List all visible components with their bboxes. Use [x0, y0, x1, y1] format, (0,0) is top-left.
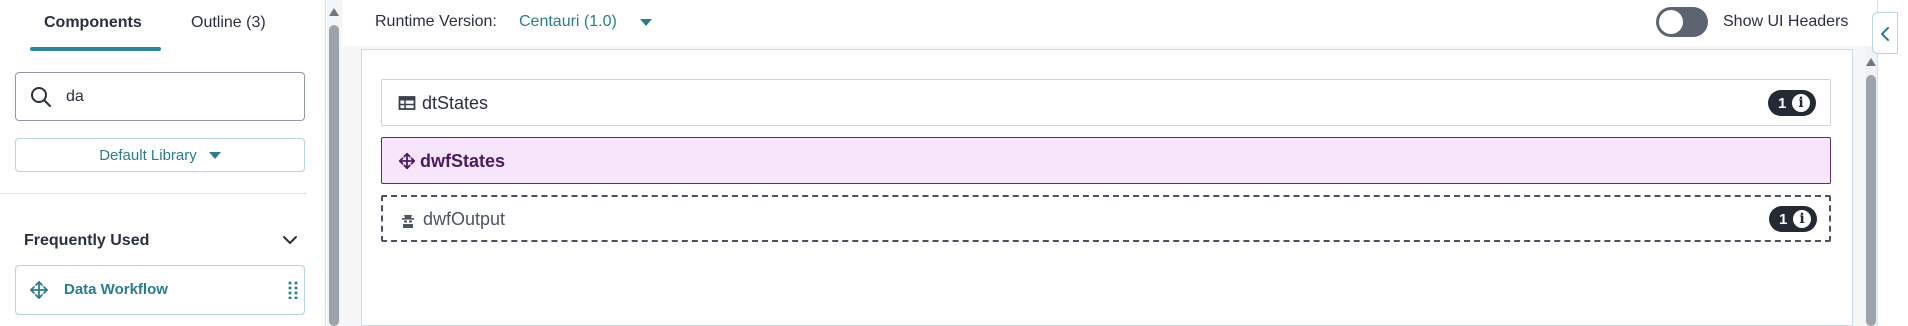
canvas-component-dwfstates[interactable]: dwfStates	[381, 137, 1831, 184]
library-select[interactable]: Default Library	[15, 138, 305, 172]
show-ui-headers-label: Show UI Headers	[1723, 13, 1849, 30]
scroll-up-arrow-icon[interactable]	[1866, 58, 1876, 66]
info-badge[interactable]: 1 i	[1768, 90, 1816, 116]
search-input[interactable]	[66, 85, 286, 109]
active-tab-indicator	[30, 47, 161, 51]
badge-count: 1	[1778, 94, 1787, 112]
component-name: dwfOutput	[423, 209, 506, 229]
divider	[0, 193, 307, 194]
runtime-version-label: Runtime Version:	[375, 13, 497, 30]
canvas-scroll-thumb[interactable]	[1866, 75, 1876, 326]
canvas-component-dtstates[interactable]: dtStates 1 i	[381, 79, 1831, 126]
section-title-frequently-used[interactable]: Frequently Used	[24, 232, 149, 250]
info-icon: i	[1793, 210, 1811, 228]
component-name: dtStates	[422, 93, 489, 113]
component-item-label: Data Workflow	[64, 281, 168, 298]
move-arrows-icon	[398, 152, 416, 170]
toggle-knob	[1659, 10, 1683, 34]
left-panel-scroll-thumb[interactable]	[329, 25, 339, 326]
component-item-data-workflow[interactable]: Data Workflow	[15, 265, 305, 315]
runtime-bar: Runtime Version: Centauri (1.0) Show UI …	[343, 0, 1877, 46]
caret-down-icon[interactable]	[640, 19, 652, 26]
drag-handle-icon[interactable]	[288, 281, 298, 299]
caret-down-icon	[208, 151, 221, 159]
left-panel: Components Outline (3) Default Library F…	[0, 0, 326, 326]
runtime-version-select[interactable]: Centauri (1.0)	[519, 13, 617, 31]
panel-tabs: Components Outline (3)	[0, 0, 326, 52]
search-box[interactable]	[15, 72, 305, 121]
tab-outline[interactable]: Outline (3)	[191, 14, 266, 32]
show-ui-headers-toggle[interactable]	[1656, 7, 1708, 37]
move-arrows-icon	[30, 281, 48, 299]
tab-components[interactable]: Components	[44, 14, 142, 32]
library-select-label: Default Library	[99, 146, 197, 164]
chevron-down-icon[interactable]	[282, 232, 298, 248]
canvas-component-dwfoutput[interactable]: dwfOutput 1 i	[381, 195, 1831, 242]
info-icon: i	[1792, 94, 1810, 112]
info-badge[interactable]: 1 i	[1769, 206, 1817, 232]
hidden-user-icon	[402, 215, 414, 228]
badge-count: 1	[1779, 210, 1788, 228]
component-name: dwfStates	[420, 151, 506, 171]
scroll-up-arrow-icon[interactable]	[329, 8, 339, 16]
search-icon	[31, 87, 51, 107]
table-icon	[398, 96, 416, 110]
expand-right-panel-button[interactable]	[1872, 12, 1898, 54]
chevron-left-icon	[1881, 27, 1889, 41]
